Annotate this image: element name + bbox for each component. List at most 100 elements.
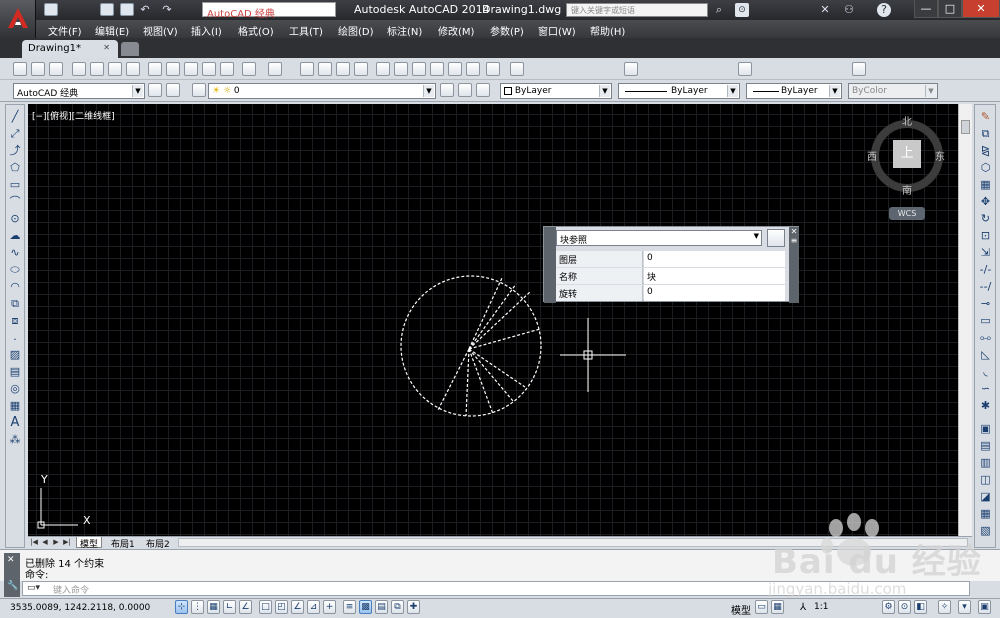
menu-draw[interactable]: 绘图(D) [338, 23, 374, 38]
grid-display-icon[interactable]: ▦ [207, 600, 220, 614]
menu-dimension[interactable]: 标注(N) [387, 23, 422, 38]
new-tab-button[interactable] [121, 42, 139, 56]
blend-icon[interactable]: ∽ [979, 383, 992, 395]
viewcube-top-face[interactable]: 上 [893, 140, 921, 168]
annotation-scale[interactable]: 1:1 [814, 602, 828, 612]
tab-model[interactable]: 模型 [76, 537, 103, 550]
menu-edit[interactable]: 编辑(E) [95, 23, 129, 38]
qnew-icon[interactable] [13, 62, 27, 76]
3d-print-icon[interactable] [126, 62, 140, 76]
new-icon[interactable] [44, 3, 58, 16]
workspace-settings-icon[interactable] [148, 83, 162, 97]
spline-icon[interactable]: ∿ [9, 247, 21, 259]
polygon-icon[interactable]: ⬠ [9, 162, 21, 174]
lineweight-combo[interactable]: ByLayer ▼ [746, 83, 842, 99]
gradient-icon[interactable]: ▤ [9, 366, 21, 378]
move-icon[interactable]: ✥ [979, 196, 992, 208]
zoom-previous-icon[interactable] [354, 62, 368, 76]
block-editor-icon[interactable] [220, 62, 234, 76]
file-tab-drawing1[interactable]: Drawing1* ✕ [22, 40, 118, 58]
properties-icon[interactable] [376, 62, 390, 76]
snap-mode-icon[interactable]: ⋮ [191, 600, 204, 614]
match-properties-icon[interactable] [202, 62, 216, 76]
region-icon[interactable]: ◎ [9, 383, 21, 395]
dim-style-icon[interactable] [624, 62, 638, 76]
ortho-mode-icon[interactable]: ∟ [223, 600, 236, 614]
tab-layout1[interactable]: 布局1 [108, 537, 138, 550]
minimize-button[interactable]: — [914, 0, 938, 18]
trim-icon[interactable]: -/- [979, 264, 992, 276]
property-value[interactable]: 0 [644, 251, 785, 267]
line-icon[interactable]: ╱ [9, 111, 21, 123]
palette-grip[interactable] [544, 227, 556, 303]
explode-icon[interactable]: ✱ [979, 400, 992, 412]
layer-combo[interactable]: ☀ ☼ 0 ▼ [208, 83, 436, 99]
construction-line-icon[interactable]: ⤢ [9, 128, 21, 140]
close-tab-icon[interactable]: ✕ [103, 43, 110, 52]
wcs-menu[interactable]: WCS [889, 207, 925, 220]
make-current-icon[interactable] [440, 83, 454, 97]
transparency-icon[interactable]: ▩ [359, 600, 372, 614]
plot-icon[interactable] [72, 62, 86, 76]
color-combo[interactable]: ByLayer ▼ [500, 83, 612, 99]
insert-block-icon[interactable]: ⧉ [9, 298, 21, 310]
application-menu-button[interactable] [0, 0, 36, 40]
menu-file[interactable]: 文件(F) [48, 23, 82, 38]
isolate-objects-icon[interactable]: ✧ [938, 600, 951, 614]
coordinate-readout[interactable]: 3535.0089, 1242.2118, 0.0000 [10, 603, 150, 613]
paste-icon[interactable] [184, 62, 198, 76]
exchange-icon[interactable]: ✕ [818, 3, 832, 17]
model-space-toggle[interactable]: 模型 [731, 602, 751, 617]
draworder-icon[interactable]: ▣ [979, 423, 992, 435]
fillet-icon[interactable]: ◟ [979, 366, 992, 378]
last-tab-icon[interactable]: ▶| [63, 538, 71, 547]
dyn-input-icon[interactable]: + [323, 600, 336, 614]
first-tab-icon[interactable]: |◀ [30, 538, 38, 547]
publish-icon[interactable] [108, 62, 122, 76]
mleader-style-icon[interactable] [852, 62, 866, 76]
chamfer-icon[interactable]: ◺ [979, 349, 992, 361]
add-selected-icon[interactable]: ⁂ [9, 434, 21, 446]
cut-icon[interactable] [148, 62, 162, 76]
hardware-accel-icon[interactable]: ◧ [914, 600, 927, 614]
vertical-scrollbar[interactable] [958, 104, 972, 536]
maximize-button[interactable]: □ [938, 0, 962, 18]
quick-view-layouts-icon[interactable]: ▭ [755, 600, 768, 614]
viewcube-west[interactable]: 西 [867, 148, 877, 163]
lock-ui-icon[interactable]: ⊙ [898, 600, 911, 614]
close-button[interactable]: ✕ [962, 0, 1000, 18]
quick-view-drawings-icon[interactable]: ▦ [771, 600, 784, 614]
undo-tool-icon[interactable] [242, 62, 256, 76]
bring-above-icon[interactable]: ◫ [979, 474, 992, 486]
help-tool-icon[interactable] [486, 62, 500, 76]
open-icon[interactable] [100, 3, 114, 16]
binoculars-icon[interactable]: ⌕ [712, 3, 726, 17]
make-block-icon[interactable]: ⧈ [9, 315, 21, 327]
break-icon[interactable]: ▭ [979, 315, 992, 327]
autodesk360-icon[interactable]: ⚇ [842, 3, 856, 17]
infer-constraints-icon[interactable]: ⊹ [175, 600, 188, 614]
quickcalc-icon[interactable] [466, 62, 480, 76]
mtext-icon[interactable]: A [9, 416, 21, 429]
preview-icon[interactable] [90, 62, 104, 76]
design-center-icon[interactable] [394, 62, 408, 76]
hatch-icon[interactable]: ▨ [9, 349, 21, 361]
polyline-icon[interactable]: ⤴ [9, 145, 21, 157]
ellipse-arc-icon[interactable]: ◠ [9, 281, 21, 293]
point-icon[interactable]: · [9, 334, 21, 346]
rotate-icon[interactable]: ↻ [979, 213, 992, 225]
table-style-icon[interactable] [738, 62, 752, 76]
property-value[interactable]: 0 [644, 285, 785, 301]
object-snap-icon[interactable]: □ [259, 600, 272, 614]
undo-icon[interactable]: ↶ [138, 3, 152, 17]
sheet-set-icon[interactable] [430, 62, 444, 76]
wrench-icon[interactable]: 🔧 [7, 581, 18, 591]
workspace-switching-icon[interactable]: ⚙ [882, 600, 895, 614]
ellipse-icon[interactable]: ⬭ [9, 264, 21, 276]
break-point-icon[interactable]: ⊸ [979, 298, 992, 310]
layer-previous-icon[interactable] [458, 83, 472, 97]
revcloud-icon[interactable]: ☁ [9, 230, 21, 242]
workspace-switcher[interactable]: AutoCAD 经典 [202, 2, 336, 20]
redo-tool-icon[interactable] [268, 62, 282, 76]
prev-tab-icon[interactable]: ◀ [41, 538, 49, 547]
